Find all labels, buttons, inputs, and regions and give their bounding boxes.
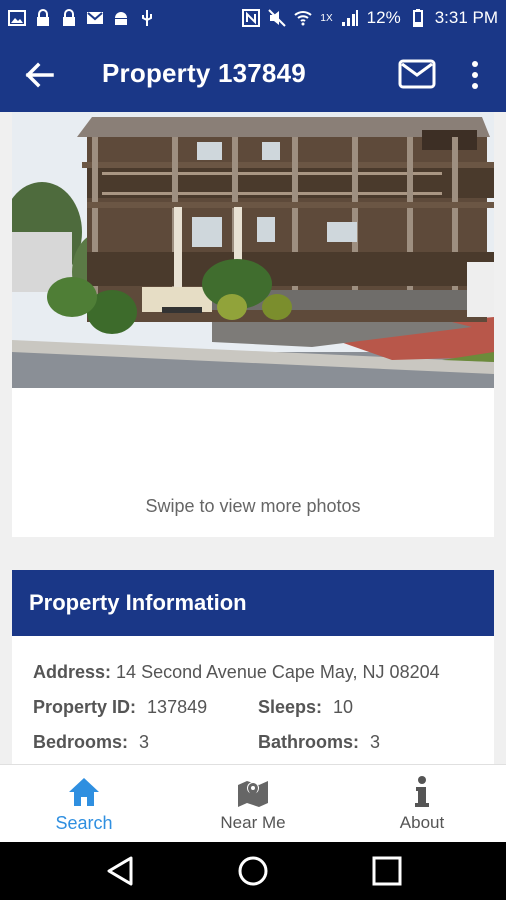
usb-icon — [142, 10, 152, 26]
image-icon — [8, 10, 26, 26]
nfc-icon — [242, 9, 261, 27]
nav-search[interactable]: Search — [0, 765, 168, 843]
android-icon — [115, 12, 127, 25]
property-id-row: Property ID: 137849 — [33, 697, 207, 718]
bottom-nav: Search Near Me About — [0, 764, 506, 843]
nav-about[interactable]: About — [338, 765, 506, 843]
network-type: 1X — [320, 12, 333, 24]
map-pin-icon — [238, 781, 268, 807]
nav-near-me-label: Near Me — [220, 813, 286, 832]
bathrooms-value: 3 — [370, 732, 381, 752]
system-back-icon[interactable] — [105, 855, 137, 887]
property-id-value: 137849 — [147, 697, 208, 717]
battery-percent: 12% — [366, 8, 401, 27]
more-vert-icon[interactable] — [468, 58, 482, 92]
sleeps-row: Sleeps: 10 — [258, 697, 353, 718]
clock: 3:31 PM — [434, 8, 498, 27]
lock-icon — [37, 9, 49, 26]
signal-icon — [341, 10, 358, 26]
bedrooms-row: Bedrooms: 3 — [33, 732, 149, 753]
system-recents-icon[interactable] — [371, 855, 403, 887]
lock-icon — [63, 9, 75, 26]
back-arrow-icon[interactable] — [22, 58, 56, 92]
property-info-body: Address: 14 Second Avenue Cape May, NJ 0… — [12, 636, 494, 764]
nav-about-label: About — [399, 813, 445, 832]
mute-icon — [268, 9, 287, 27]
bedrooms-label: Bedrooms: — [33, 732, 129, 752]
info-icon — [415, 776, 429, 807]
section-title: Property Information — [29, 590, 247, 615]
photo-card: Swipe to view more photos — [12, 112, 494, 537]
page-title: Property 137849 — [102, 58, 306, 88]
swipe-hint: Swipe to view more photos — [145, 496, 361, 516]
property-info-header: Property Information — [12, 570, 494, 636]
system-home-icon[interactable] — [237, 855, 269, 887]
nav-search-label: Search — [55, 813, 113, 833]
gmail-icon — [87, 12, 103, 24]
wifi-icon — [294, 11, 313, 26]
house-illustration — [12, 112, 494, 388]
bathrooms-label: Bathrooms: — [258, 732, 360, 752]
app-bar: Property 137849 — [0, 36, 506, 112]
status-right: 1X 12% 3:31 PM — [242, 8, 498, 28]
home-icon — [69, 778, 99, 806]
address-label: Address: — [33, 662, 112, 682]
sleeps-label: Sleeps: — [258, 697, 323, 717]
battery-icon — [412, 9, 423, 27]
address-value: 14 Second Avenue Cape May, NJ 08204 — [116, 662, 440, 682]
property-id-label: Property ID: — [33, 697, 137, 717]
bedrooms-value: 3 — [139, 732, 150, 752]
sleeps-value: 10 — [333, 697, 354, 717]
address-row: Address: 14 Second Avenue Cape May, NJ 0… — [33, 662, 440, 683]
mail-icon[interactable] — [398, 58, 436, 90]
status-bar: 1X 12% 3:31 PM — [0, 0, 506, 36]
system-nav-bar — [0, 842, 506, 900]
property-photo[interactable] — [12, 112, 494, 388]
bathrooms-row: Bathrooms: 3 — [258, 732, 380, 753]
nav-near-me[interactable]: Near Me — [169, 765, 337, 843]
status-left — [8, 9, 156, 27]
